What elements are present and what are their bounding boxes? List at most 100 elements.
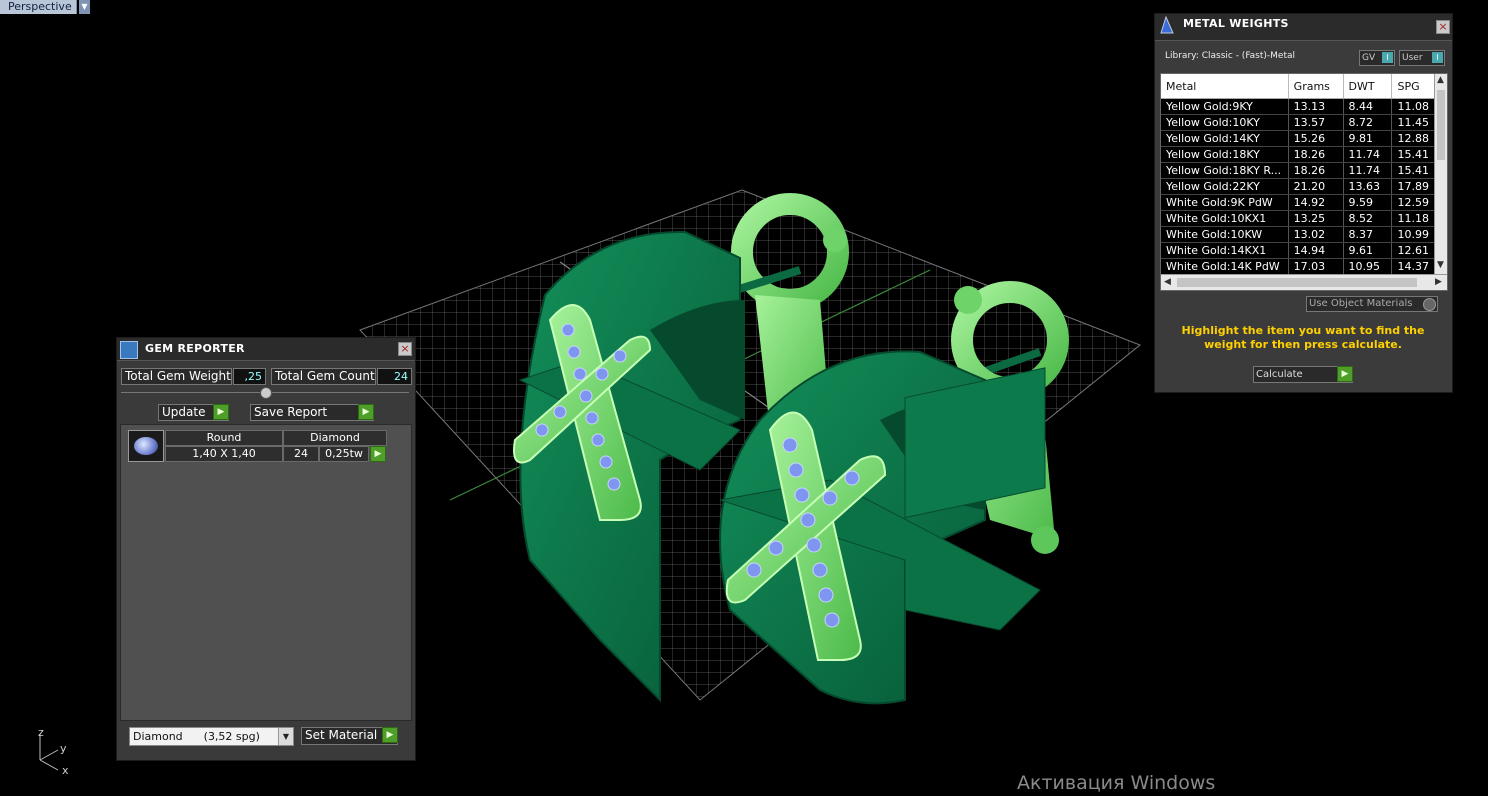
dwt-cell: 11.74 <box>1343 162 1393 179</box>
table-row[interactable]: Yellow Gold:9KY 13.13 8.44 11.08 <box>1161 98 1437 115</box>
spg-cell: 17.89 <box>1391 178 1437 195</box>
metal-table[interactable]: Metal Grams DWT SPG Yellow Gold:9KY 13.13… <box>1160 73 1448 291</box>
dwt-cell: 9.59 <box>1343 194 1393 211</box>
use-object-materials-toggle[interactable]: Use Object Materials <box>1306 296 1438 312</box>
save-report-button[interactable]: Save Report ▶ <box>250 404 374 421</box>
metal-weights-titlebar[interactable]: METAL WEIGHTS × <box>1155 14 1452 41</box>
scroll-right-icon[interactable]: ▶ <box>1435 277 1442 287</box>
set-material-button[interactable]: Set Material ▶ <box>301 727 398 745</box>
gem-reporter-titlebar[interactable]: GEM REPORTER × <box>117 338 415 361</box>
spg-cell: 11.18 <box>1391 210 1437 227</box>
horizontal-scroll-thumb[interactable] <box>1177 278 1417 287</box>
metal-cell: White Gold:10KX1 <box>1161 210 1289 227</box>
grams-cell: 13.02 <box>1288 226 1344 243</box>
gem-totals-row: Total Gem Weight ,25 Total Gem Count 24 <box>121 368 412 385</box>
table-row[interactable]: White Gold:9K PdW 14.92 9.59 12.59 <box>1161 194 1437 211</box>
gem-shape: Round <box>165 430 283 446</box>
chevron-down-icon[interactable]: ▼ <box>278 728 293 745</box>
table-row[interactable]: Yellow Gold:14KY 15.26 9.81 12.88 <box>1161 130 1437 147</box>
spg-cell: 14.37 <box>1391 258 1437 275</box>
column-header-dwt[interactable]: DWT <box>1343 74 1393 99</box>
table-row[interactable]: Yellow Gold:18KY R... 18.26 11.74 15.41 <box>1161 162 1437 179</box>
axis-gizmo: z y x <box>30 726 80 778</box>
calculate-go-icon[interactable]: ▶ <box>1337 366 1353 382</box>
gem-list[interactable]: Round Diamond 1,40 X 1,40 24 0,25tw ▶ <box>120 424 412 721</box>
dwt-cell: 8.37 <box>1343 226 1393 243</box>
material-select-value: Diamond (3,52 spg) <box>133 730 260 743</box>
gem-thumbnail <box>128 430 164 462</box>
metal-table-header: Metal Grams DWT SPG <box>1161 74 1437 99</box>
dwt-cell: 10.95 <box>1343 258 1393 275</box>
metal-cell: White Gold:14KX1 <box>1161 242 1289 259</box>
spg-cell: 15.41 <box>1391 146 1437 163</box>
metal-cell: Yellow Gold:14KY <box>1161 130 1289 147</box>
gem-material: Diamond <box>283 430 387 446</box>
table-row[interactable]: Yellow Gold:10KY 13.57 8.72 11.45 <box>1161 114 1437 131</box>
calculate-button[interactable]: Calculate ▶ <box>1253 366 1353 383</box>
save-report-go-icon[interactable]: ▶ <box>358 404 374 420</box>
instruction-text: Highlight the item you want to find the … <box>1181 324 1425 351</box>
metal-weights-panel: METAL WEIGHTS × Library: Classic - (Fast… <box>1154 13 1453 393</box>
metal-weights-title: METAL WEIGHTS <box>1183 17 1289 30</box>
dwt-cell: 9.61 <box>1343 242 1393 259</box>
grams-cell: 18.26 <box>1288 146 1344 163</box>
spg-cell: 10.99 <box>1391 226 1437 243</box>
metal-cell: White Gold:9K PdW <box>1161 194 1289 211</box>
horizontal-scrollbar[interactable]: ◀ ▶ <box>1161 274 1447 290</box>
axis-y-label: y <box>60 742 67 755</box>
column-header-spg[interactable]: SPG <box>1391 74 1437 99</box>
user-toggle[interactable]: User I <box>1399 50 1445 66</box>
material-select[interactable]: Diamond (3,52 spg) ▼ <box>129 727 294 746</box>
calculate-button-label: Calculate <box>1256 369 1303 380</box>
diamond-icon <box>134 437 158 455</box>
gem-reporter-panel: GEM REPORTER × Total Gem Weight ,25 Tota… <box>116 337 416 761</box>
update-go-icon[interactable]: ▶ <box>213 404 229 420</box>
update-button-label: Update <box>162 405 206 419</box>
scroll-up-icon[interactable]: ▲ <box>1437 75 1444 85</box>
metal-cell: White Gold:14K PdW <box>1161 258 1289 275</box>
grams-cell: 21.20 <box>1288 178 1344 195</box>
total-gem-weight-label: Total Gem Weight <box>121 368 232 385</box>
gem-weight: 0,25tw <box>319 446 369 462</box>
scroll-left-icon[interactable]: ◀ <box>1164 277 1171 287</box>
windows-activation-watermark: Активация Windows <box>1017 772 1216 794</box>
column-header-grams[interactable]: Grams <box>1288 74 1344 99</box>
scroll-down-icon[interactable]: ▼ <box>1437 260 1444 270</box>
use-object-materials-label: Use Object Materials <box>1309 298 1413 309</box>
set-material-go-icon[interactable]: ▶ <box>382 727 398 743</box>
update-button[interactable]: Update ▶ <box>158 404 229 421</box>
set-material-button-label: Set Material <box>305 728 378 742</box>
gv-toggle[interactable]: GV I <box>1359 50 1395 66</box>
gem-reporter-title: GEM REPORTER <box>145 342 245 355</box>
collapse-toggle-icon[interactable] <box>260 387 272 399</box>
dwt-cell: 11.74 <box>1343 146 1393 163</box>
table-row[interactable]: White Gold:10KW 13.02 8.37 10.99 <box>1161 226 1437 243</box>
axis-x-label: x <box>62 764 69 777</box>
grams-cell: 13.57 <box>1288 114 1344 131</box>
vertical-scroll-thumb[interactable] <box>1437 90 1445 160</box>
total-gem-weight-value: ,25 <box>233 368 266 385</box>
library-label: Library: Classic - (Fast)-Metal <box>1165 51 1296 61</box>
metal-cell: White Gold:10KW <box>1161 226 1289 243</box>
table-row[interactable]: White Gold:14K PdW 17.03 10.95 14.37 <box>1161 258 1437 275</box>
dwt-cell: 8.44 <box>1343 98 1393 115</box>
spg-cell: 12.88 <box>1391 130 1437 147</box>
dwt-cell: 8.52 <box>1343 210 1393 227</box>
column-header-metal[interactable]: Metal <box>1161 74 1289 99</box>
table-row[interactable]: White Gold:10KX1 13.25 8.52 11.18 <box>1161 210 1437 227</box>
metal-weights-close-icon[interactable]: × <box>1436 20 1450 34</box>
gem-reporter-close-icon[interactable]: × <box>398 342 412 356</box>
table-row[interactable]: White Gold:14KX1 14.94 9.61 12.61 <box>1161 242 1437 259</box>
save-report-button-label: Save Report <box>254 405 328 419</box>
metal-cell: Yellow Gold:9KY <box>1161 98 1289 115</box>
gem-count: 24 <box>283 446 319 462</box>
spg-cell: 11.45 <box>1391 114 1437 131</box>
use-object-materials-indicator <box>1423 298 1436 311</box>
table-row[interactable]: Yellow Gold:18KY 18.26 11.74 15.41 <box>1161 146 1437 163</box>
vertical-scrollbar[interactable]: ▲ ▼ <box>1434 74 1447 274</box>
spg-cell: 12.59 <box>1391 194 1437 211</box>
user-toggle-label: User <box>1402 53 1423 63</box>
table-row[interactable]: Yellow Gold:22KY 21.20 13.63 17.89 <box>1161 178 1437 195</box>
user-toggle-indicator: I <box>1432 52 1443 63</box>
gem-row-go-icon[interactable]: ▶ <box>370 446 386 462</box>
